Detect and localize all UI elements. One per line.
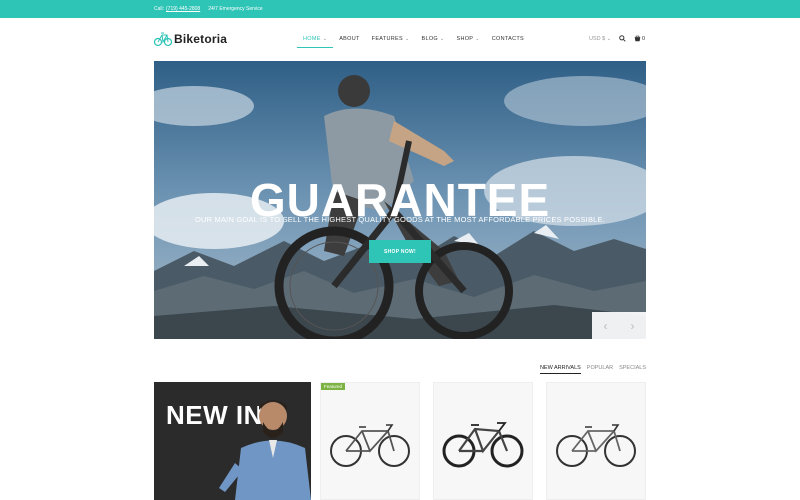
nav-about[interactable]: ABOUT (333, 31, 365, 47)
currency-selector[interactable]: USD $ ⌄ (589, 36, 611, 42)
shop-now-button[interactable]: SHOP NOW! (369, 240, 431, 263)
nav-contacts-label: CONTACTS (491, 36, 525, 42)
bicycle-icon (154, 32, 172, 47)
chevron-down-icon: ⌄ (405, 36, 410, 42)
slider-controls: ‹ › (592, 312, 646, 339)
cart-count: 0 (641, 35, 645, 42)
header: Biketoria HOME ⌄ ABOUT FEATURES ⌄ BLOG ⌄… (0, 18, 800, 61)
chevron-right-icon[interactable]: › (631, 320, 635, 332)
logo-text: Biketoria (174, 32, 228, 46)
promo-banner[interactable]: NEW IN (154, 382, 311, 500)
bicycle-image (556, 424, 636, 467)
search-icon[interactable] (619, 35, 626, 42)
logo[interactable]: Biketoria (154, 29, 227, 49)
tab-new-arrivals[interactable]: NEW ARRIVALS (539, 365, 581, 374)
nav-home-label: HOME (303, 36, 321, 42)
hero-subtitle: OUR MAIN GOAL IS TO SELL THE HIGHEST QUA… (194, 215, 606, 224)
nav-shop-label: SHOP (456, 36, 474, 42)
main-nav: HOME ⌄ ABOUT FEATURES ⌄ BLOG ⌄ SHOP ⌄ CO… (297, 31, 530, 48)
call-label: Call: (154, 6, 165, 12)
product-tabs: NEW ARRIVALS POPULAR SPECIALS (539, 365, 646, 374)
tab-specials[interactable]: SPECIALS (619, 365, 646, 374)
product-card[interactable]: Featured (320, 382, 420, 500)
currency-label: USD $ (589, 35, 606, 42)
tab-popular[interactable]: POPULAR (587, 365, 613, 374)
nav-blog-label: BLOG (421, 36, 438, 42)
nav-home[interactable]: HOME ⌄ (297, 31, 334, 48)
featured-badge: Featured (321, 383, 346, 390)
nav-features[interactable]: FEATURES ⌄ (366, 31, 416, 47)
chevron-down-icon: ⌄ (475, 36, 480, 42)
top-bar: Call: (719) 445-2808 24/7 Emergency Serv… (0, 0, 800, 18)
product-card[interactable] (433, 382, 533, 500)
chevron-left-icon[interactable]: ‹ (604, 320, 608, 332)
cart-icon (634, 35, 641, 42)
header-tools: USD $ ⌄ 0 (589, 35, 645, 42)
chevron-down-icon: ⌄ (322, 36, 328, 42)
nav-shop[interactable]: SHOP ⌄ (450, 31, 485, 47)
service-text: 24/7 Emergency Service (208, 6, 263, 12)
nav-blog[interactable]: BLOG ⌄ (416, 31, 451, 47)
bicycle-image (442, 422, 524, 468)
bicycle-image (330, 424, 410, 467)
chevron-down-icon: ⌄ (439, 36, 445, 42)
promo-model-image (219, 400, 311, 500)
cart-button[interactable]: 0 (634, 35, 645, 42)
nav-about-label: ABOUT (339, 36, 360, 42)
phone-link[interactable]: (719) 445-2808 (166, 6, 200, 12)
product-card[interactable] (546, 382, 646, 500)
hero-banner: GUARANTEE OUR MAIN GOAL IS TO SELL THE H… (154, 61, 646, 339)
nav-features-label: FEATURES (371, 36, 403, 42)
nav-contacts[interactable]: CONTACTS (486, 31, 530, 47)
chevron-down-icon: ⌄ (606, 35, 611, 42)
